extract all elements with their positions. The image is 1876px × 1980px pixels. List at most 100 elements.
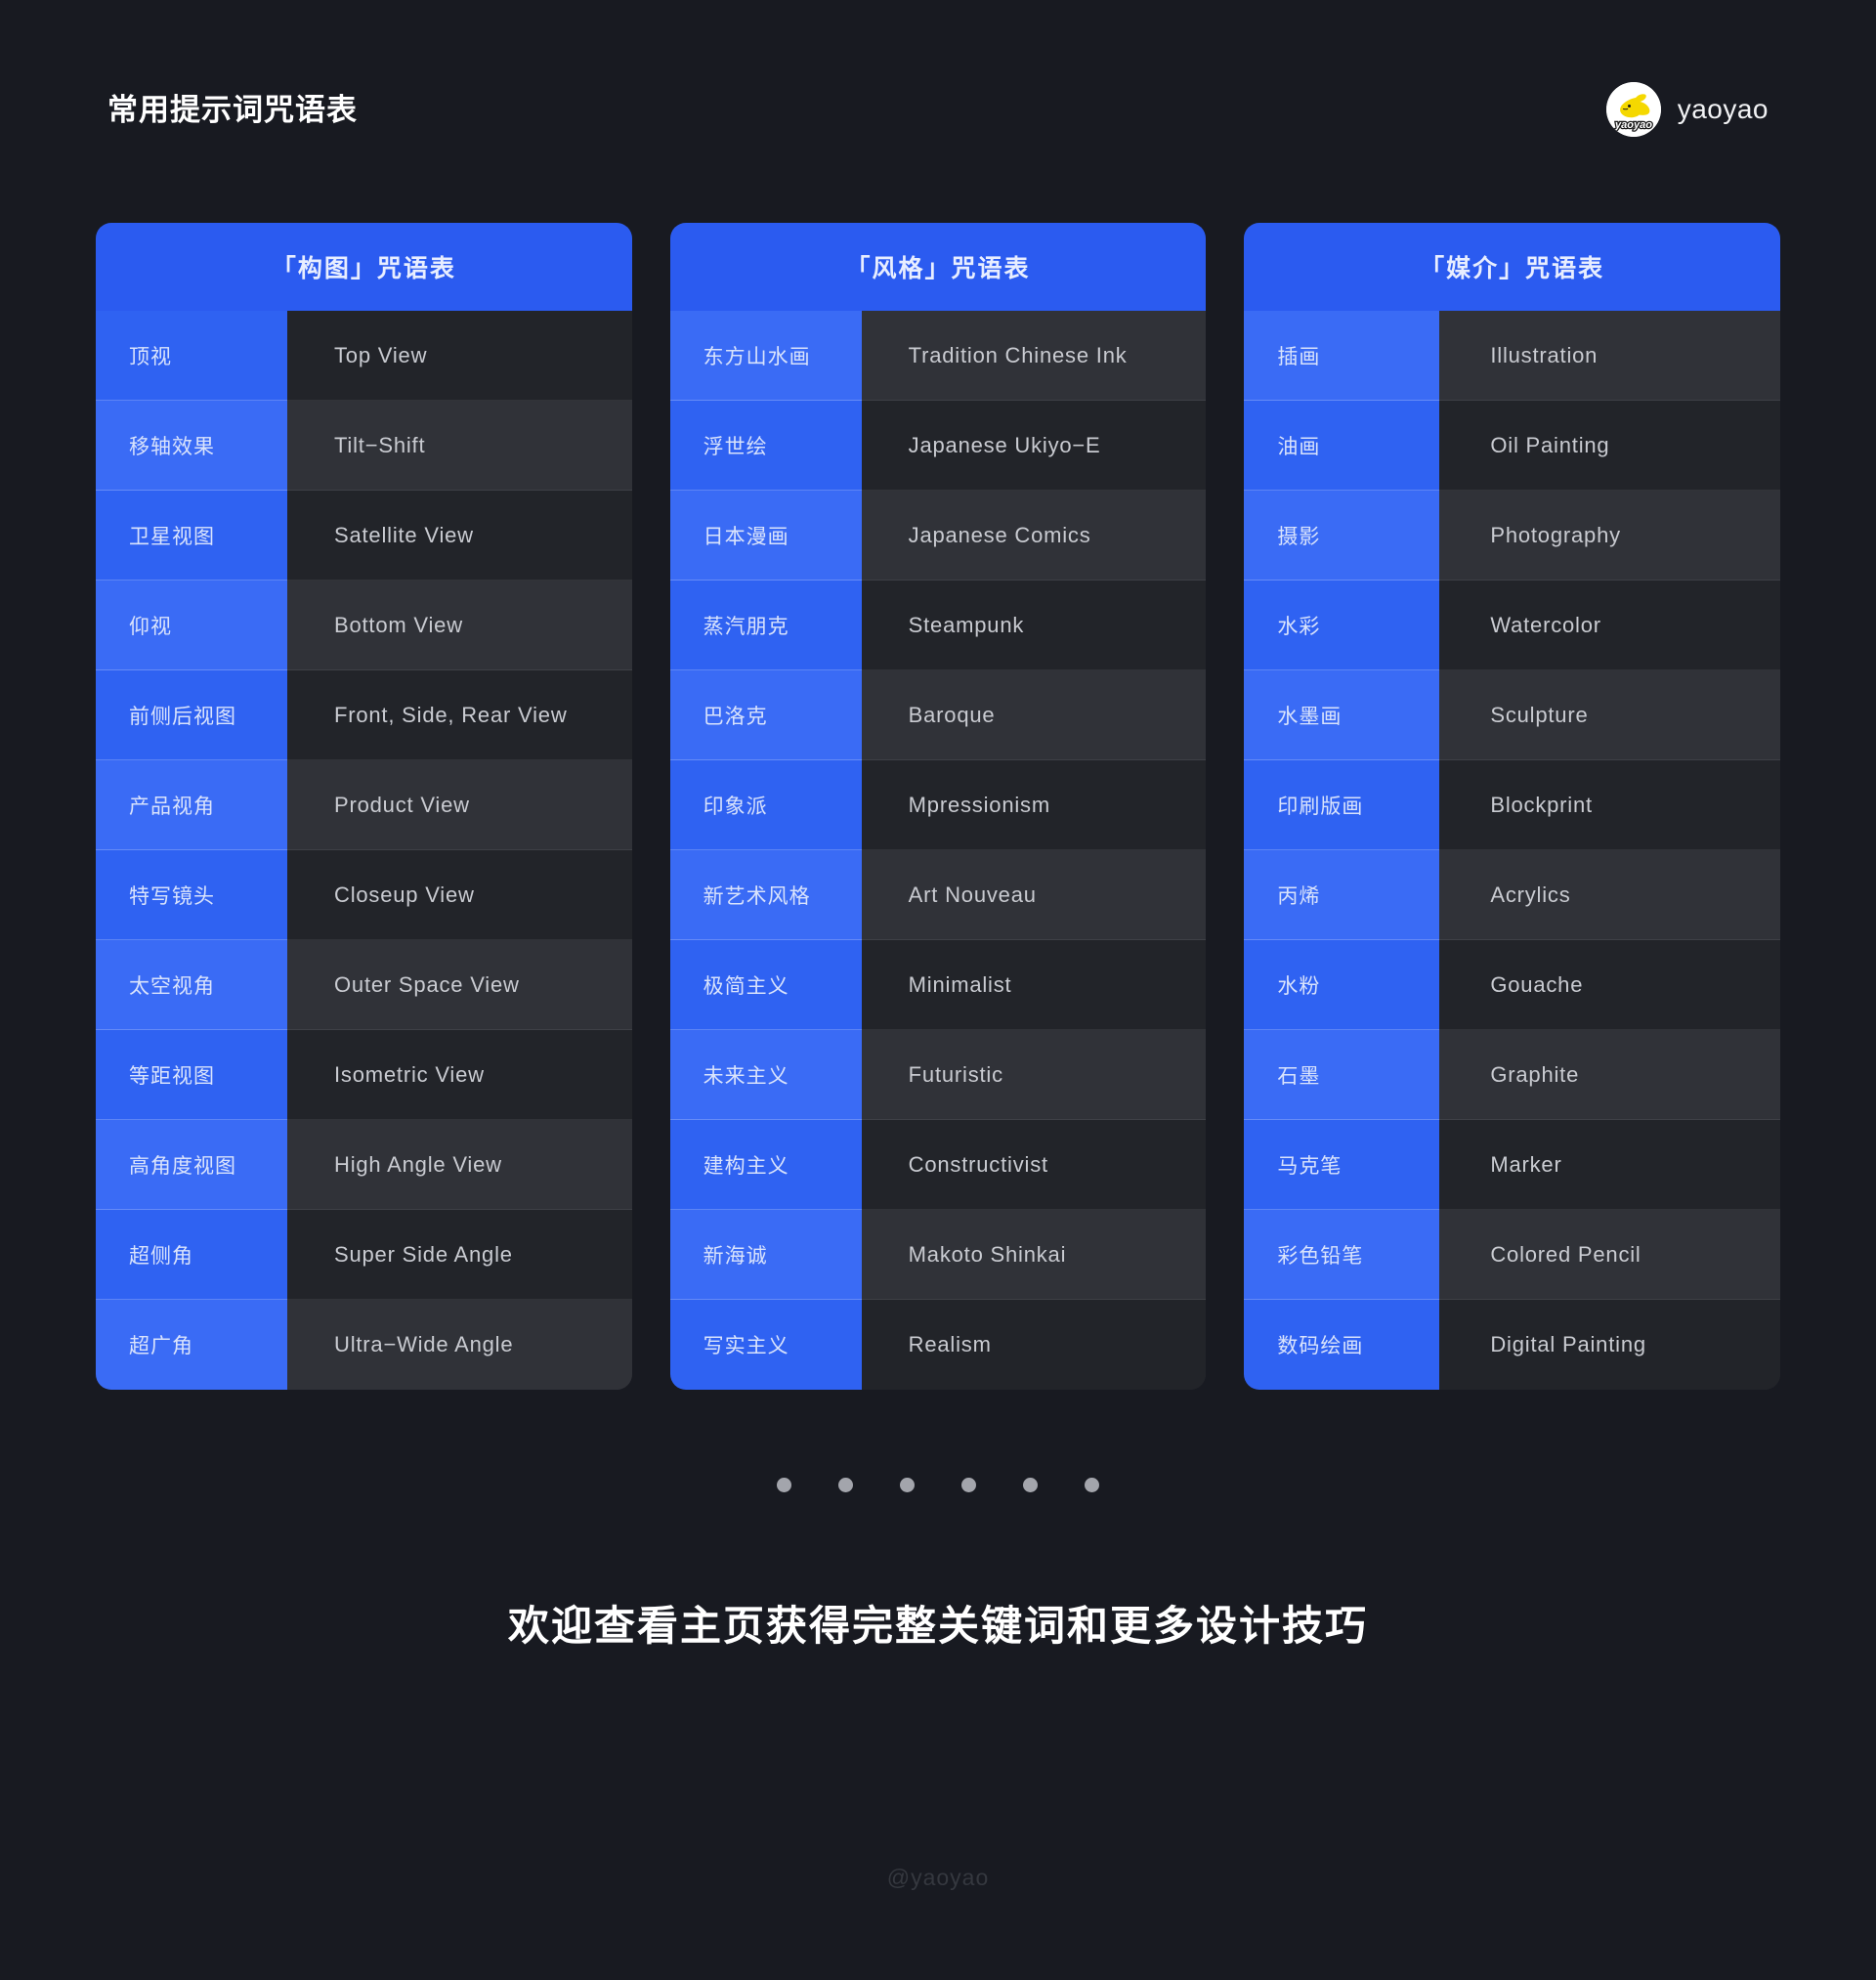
- table-row[interactable]: 特写镜头 Closeup View: [96, 850, 632, 940]
- table-row[interactable]: 超广角 Ultra−Wide Angle: [96, 1300, 632, 1390]
- row-value-en: Oil Painting: [1439, 401, 1781, 491]
- table-row[interactable]: 等距视图 Isometric View: [96, 1030, 632, 1120]
- row-value-en: Gouache: [1439, 940, 1781, 1030]
- row-value-en: Colored Pencil: [1439, 1210, 1781, 1300]
- row-label-cn: 超侧角: [96, 1210, 287, 1300]
- table-row[interactable]: 建构主义 Constructivist: [669, 1120, 1207, 1210]
- row-label-cn: 马克笔: [1244, 1120, 1440, 1210]
- row-value-en: Ultra−Wide Angle: [287, 1300, 632, 1390]
- table-row[interactable]: 仰视 Bottom View: [96, 581, 632, 670]
- row-value-en: Realism: [861, 1300, 1207, 1390]
- card-body-style: 东方山水画 Tradition Chinese Ink 浮世绘 Japanese U…: [669, 311, 1207, 1390]
- pagination-dot[interactable]: [900, 1478, 915, 1492]
- pagination-dots: [0, 1478, 1876, 1492]
- row-value-en: Tilt−Shift: [287, 401, 632, 491]
- table-row[interactable]: 巴洛克 Baroque: [669, 670, 1207, 760]
- row-label-cn: 移轴效果: [96, 401, 287, 491]
- row-value-en: Photography: [1439, 491, 1781, 581]
- rabbit-logo-icon: yaoyao: [1605, 82, 1661, 137]
- table-row[interactable]: 太空视角 Outer Space View: [96, 940, 632, 1030]
- table-row[interactable]: 新海诚 Makoto Shinkai: [669, 1210, 1207, 1300]
- table-row[interactable]: 新艺术风格 Art Nouveau: [669, 850, 1207, 940]
- row-label-cn: 巴洛克: [669, 670, 862, 760]
- table-row[interactable]: 未来主义 Futuristic: [669, 1030, 1207, 1120]
- row-label-cn: 高角度视图: [96, 1120, 287, 1210]
- table-row[interactable]: 卫星视图 Satellite View: [96, 491, 632, 581]
- header: 常用提示词咒语表 yaoyao yaoyao: [107, 80, 1769, 139]
- row-value-en: Product View: [287, 760, 632, 850]
- table-row[interactable]: 高角度视图 High Angle View: [96, 1120, 632, 1210]
- row-value-en: Blockprint: [1439, 760, 1781, 850]
- row-label-cn: 油画: [1244, 401, 1440, 491]
- table-row[interactable]: 水墨画 Sculpture: [1244, 670, 1781, 760]
- card-medium: 「媒介」咒语表 插画 Illustration 油画 Oil Painting 摄影…: [1244, 223, 1781, 1390]
- pagination-dot[interactable]: [838, 1478, 853, 1492]
- row-label-cn: 太空视角: [96, 940, 287, 1030]
- row-label-cn: 极简主义: [669, 940, 862, 1030]
- table-row[interactable]: 石墨 Graphite: [1244, 1030, 1781, 1120]
- table-row[interactable]: 极简主义 Minimalist: [669, 940, 1207, 1030]
- card-title-medium: 「媒介」咒语表: [1244, 223, 1781, 311]
- row-label-cn: 水粉: [1244, 940, 1440, 1030]
- row-label-cn: 卫星视图: [96, 491, 287, 581]
- table-row[interactable]: 印刷版画 Blockprint: [1244, 760, 1781, 850]
- table-row[interactable]: 水粉 Gouache: [1244, 940, 1781, 1030]
- row-label-cn: 超广角: [96, 1300, 287, 1390]
- row-label-cn: 水墨画: [1244, 670, 1440, 760]
- table-row[interactable]: 摄影 Photography: [1244, 491, 1781, 581]
- pagination-dot[interactable]: [961, 1478, 976, 1492]
- spell-tables: 「构图」咒语表 顶视 Top View 移轴效果 Tilt−Shift 卫星视图 Sa…: [96, 223, 1781, 1390]
- table-row[interactable]: 写实主义 Realism: [669, 1300, 1207, 1390]
- row-label-cn: 印刷版画: [1244, 760, 1440, 850]
- table-row[interactable]: 马克笔 Marker: [1244, 1120, 1781, 1210]
- table-row[interactable]: 蒸汽朋克 Steampunk: [669, 581, 1207, 670]
- table-row[interactable]: 丙烯 Acrylics: [1244, 850, 1781, 940]
- card-body-composition: 顶视 Top View 移轴效果 Tilt−Shift 卫星视图 Satellite …: [96, 311, 632, 1390]
- table-row[interactable]: 数码绘画 Digital Painting: [1244, 1300, 1781, 1390]
- table-row[interactable]: 顶视 Top View: [96, 311, 632, 401]
- row-value-en: Makoto Shinkai: [861, 1210, 1207, 1300]
- row-label-cn: 未来主义: [669, 1030, 862, 1120]
- row-label-cn: 浮世绘: [669, 401, 862, 491]
- row-value-en: Baroque: [861, 670, 1207, 760]
- watermark: @yaoyao: [886, 1865, 990, 1890]
- row-value-en: High Angle View: [287, 1120, 632, 1210]
- table-row[interactable]: 印象派 Mpressionism: [669, 760, 1207, 850]
- row-label-cn: 顶视: [96, 311, 287, 401]
- footer-cta-text: 欢迎查看主页获得完整关键词和更多设计技巧: [507, 1603, 1368, 1649]
- row-label-cn: 日本漫画: [669, 491, 862, 581]
- table-row[interactable]: 油画 Oil Painting: [1244, 401, 1781, 491]
- row-value-en: Digital Painting: [1439, 1300, 1781, 1390]
- row-value-en: Acrylics: [1439, 850, 1781, 940]
- pagination-dot[interactable]: [777, 1478, 791, 1492]
- row-label-cn: 新海诚: [669, 1210, 862, 1300]
- row-value-en: Japanese Comics: [861, 491, 1207, 581]
- row-label-cn: 东方山水画: [669, 311, 862, 401]
- pagination-dot[interactable]: [1023, 1478, 1038, 1492]
- row-value-en: Watercolor: [1439, 581, 1781, 670]
- table-row[interactable]: 超侧角 Super Side Angle: [96, 1210, 632, 1300]
- table-row[interactable]: 东方山水画 Tradition Chinese Ink: [669, 311, 1207, 401]
- table-row[interactable]: 插画 Illustration: [1244, 311, 1781, 401]
- row-value-en: Constructivist: [861, 1120, 1207, 1210]
- row-value-en: Outer Space View: [287, 940, 632, 1030]
- pagination-dot[interactable]: [1085, 1478, 1099, 1492]
- page-title: 常用提示词咒语表: [107, 92, 358, 127]
- row-value-en: Mpressionism: [861, 760, 1207, 850]
- table-row[interactable]: 前侧后视图 Front, Side, Rear View: [96, 670, 632, 760]
- table-row[interactable]: 水彩 Watercolor: [1244, 581, 1781, 670]
- row-value-en: Marker: [1439, 1120, 1781, 1210]
- table-row[interactable]: 产品视角 Product View: [96, 760, 632, 850]
- card-title-style: 「风格」咒语表: [669, 223, 1207, 311]
- svg-text:yaoyao: yaoyao: [1614, 119, 1652, 131]
- table-row[interactable]: 彩色铅笔 Colored Pencil: [1244, 1210, 1781, 1300]
- row-value-en: Tradition Chinese Ink: [861, 311, 1207, 401]
- table-row[interactable]: 浮世绘 Japanese Ukiyo−E: [669, 401, 1207, 491]
- row-label-cn: 新艺术风格: [669, 850, 862, 940]
- table-row[interactable]: 移轴效果 Tilt−Shift: [96, 401, 632, 491]
- row-label-cn: 插画: [1244, 311, 1440, 401]
- table-row[interactable]: 日本漫画 Japanese Comics: [669, 491, 1207, 581]
- row-label-cn: 水彩: [1244, 581, 1440, 670]
- card-title-composition: 「构图」咒语表: [96, 223, 632, 311]
- row-label-cn: 等距视图: [96, 1030, 287, 1120]
